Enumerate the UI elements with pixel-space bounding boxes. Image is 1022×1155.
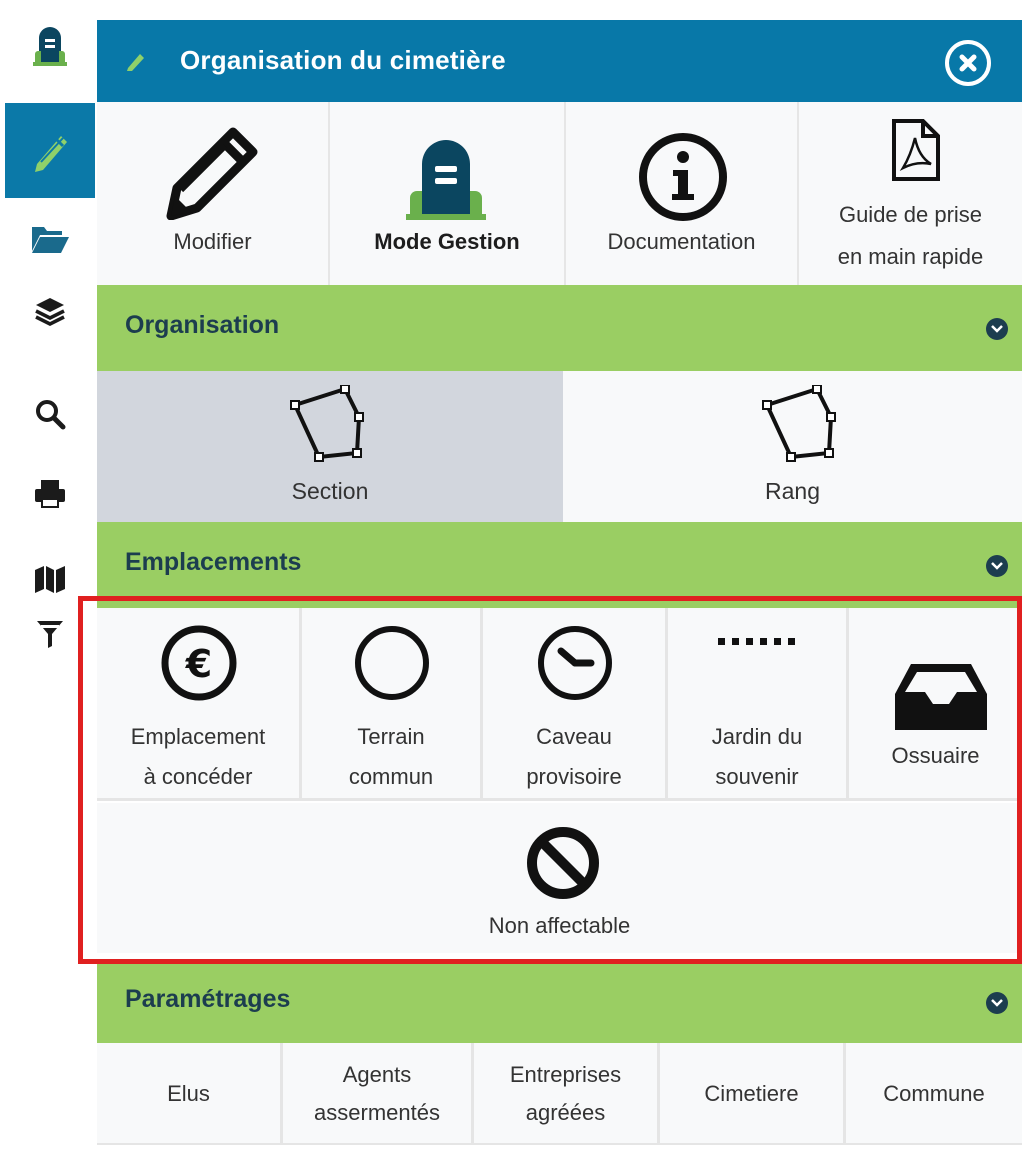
organisation-items: Section Rang (97, 371, 1022, 522)
clock-icon (538, 626, 612, 700)
mode-gestion-button[interactable]: Mode Gestion (330, 102, 566, 285)
search-icon (36, 400, 66, 430)
rail-print-button[interactable] (5, 455, 95, 533)
non-affectable-label: Non affectable (488, 913, 631, 938)
organisation-title: Organisation (125, 311, 280, 339)
panel-header: Organisation du cimetière (97, 20, 1022, 102)
tool-tiles: Modifier Mode Gestion Documentation Guid… (97, 102, 1022, 285)
entreprises-label-line2: agréées (525, 1100, 606, 1125)
pencil-icon (166, 127, 258, 220)
left-toolbar (0, 0, 97, 1155)
emplacement-label-line1: Emplacement (130, 724, 266, 749)
agents-label-line1: Agents (342, 1062, 412, 1087)
info-icon (639, 133, 727, 221)
commune-button[interactable]: Commune (846, 1043, 1022, 1145)
chevron-down-icon (986, 318, 1008, 340)
folder-open-icon (32, 227, 69, 253)
entreprises-label-line1: Entreprises (509, 1062, 622, 1087)
rail-edit-button[interactable] (5, 103, 95, 198)
emplacement-label-line2: à concéder (143, 764, 253, 789)
modifier-button[interactable]: Modifier (97, 102, 330, 285)
non-affectable-button[interactable]: Non affectable (97, 803, 1022, 953)
documentation-button[interactable]: Documentation (566, 102, 799, 285)
documentation-label: Documentation (607, 229, 756, 254)
print-icon (35, 480, 65, 508)
modifier-label: Modifier (173, 229, 252, 254)
guide-button[interactable]: Guide de prise en main rapide (799, 102, 1022, 285)
entreprises-agreees-button[interactable]: Entreprises agréées (474, 1043, 660, 1145)
guide-label-line2: en main rapide (837, 244, 984, 269)
circle-icon (355, 626, 429, 700)
emplacements-section-header[interactable]: Emplacements (97, 522, 1022, 608)
commune-label: Commune (883, 1081, 985, 1106)
rang-label: Rang (765, 478, 820, 504)
pdf-icon (892, 119, 940, 181)
agents-label-line2: assermentés (314, 1100, 440, 1125)
emplacements-title: Emplacements (125, 548, 302, 576)
rail-tombstone-button[interactable] (5, 6, 95, 84)
close-button[interactable] (945, 40, 991, 86)
tombstone-icon (406, 140, 486, 220)
pencil-icon (127, 54, 144, 71)
elus-label: Elus (167, 1081, 210, 1106)
panel-title: Organisation du cimetière (180, 45, 506, 75)
pencil-icon (35, 135, 67, 172)
ossuaire-label: Ossuaire (891, 743, 980, 768)
cemetery-panel: Organisation du cimetière Modifier Mode … (97, 0, 1022, 1155)
elus-button[interactable]: Elus (97, 1043, 283, 1145)
terrain-commun-button[interactable]: Terrain commun (302, 608, 483, 801)
ossuaire-button[interactable]: Ossuaire (849, 608, 1022, 801)
jardin-du-souvenir-button[interactable]: Jardin du souvenir (668, 608, 849, 801)
emplacements-items: € Emplacement à concéder Terrain commun … (97, 608, 1022, 801)
caveau-provisoire-button[interactable]: Caveau provisoire (483, 608, 668, 801)
inbox-icon (895, 664, 987, 730)
caveau-label-line2: provisoire (526, 764, 622, 789)
parametrages-items: Elus Agents assermentés Entreprises agré… (97, 1043, 1022, 1145)
map-icon (35, 566, 65, 593)
terrain-label-line1: Terrain (357, 724, 425, 749)
terrain-label-line2: commun (348, 764, 434, 789)
agents-assermentes-button[interactable]: Agents assermentés (283, 1043, 474, 1145)
cimetiere-label: Cimetiere (704, 1081, 799, 1106)
section-label: Section (291, 478, 369, 504)
mode-gestion-label: Mode Gestion (374, 229, 520, 254)
section-button[interactable]: Section (97, 371, 563, 522)
dotted-line-icon (718, 638, 795, 645)
organisation-section-header[interactable]: Organisation (97, 285, 1022, 371)
jardin-label-line1: Jardin du (711, 724, 803, 749)
ban-icon (527, 827, 599, 899)
polygon-icon (762, 385, 836, 462)
close-icon (959, 54, 977, 72)
emplacement-a-conceder-button[interactable]: € Emplacement à concéder (97, 608, 302, 801)
cimetiere-button[interactable]: Cimetiere (660, 1043, 846, 1145)
parametrages-title: Paramétrages (125, 985, 291, 1013)
chevron-down-icon (986, 992, 1008, 1014)
rail-search-button[interactable] (5, 375, 95, 453)
polygon-icon (290, 385, 364, 462)
rail-folder-button[interactable] (5, 200, 95, 278)
tombstone-icon (33, 27, 67, 66)
rail-filter-button[interactable] (5, 595, 95, 673)
euro-icon: € (161, 625, 237, 701)
rang-button[interactable]: Rang (563, 371, 1022, 522)
svg-text:€: € (185, 642, 212, 686)
jardin-label-line2: souvenir (715, 764, 799, 789)
filter-icon (37, 621, 63, 648)
layers-icon (35, 298, 65, 326)
chevron-down-icon (986, 555, 1008, 577)
parametrages-section-header[interactable]: Paramétrages (97, 959, 1022, 1045)
rail-layers-button[interactable] (5, 272, 95, 350)
caveau-label-line1: Caveau (536, 724, 612, 749)
guide-label-line1: Guide de prise (838, 202, 983, 227)
